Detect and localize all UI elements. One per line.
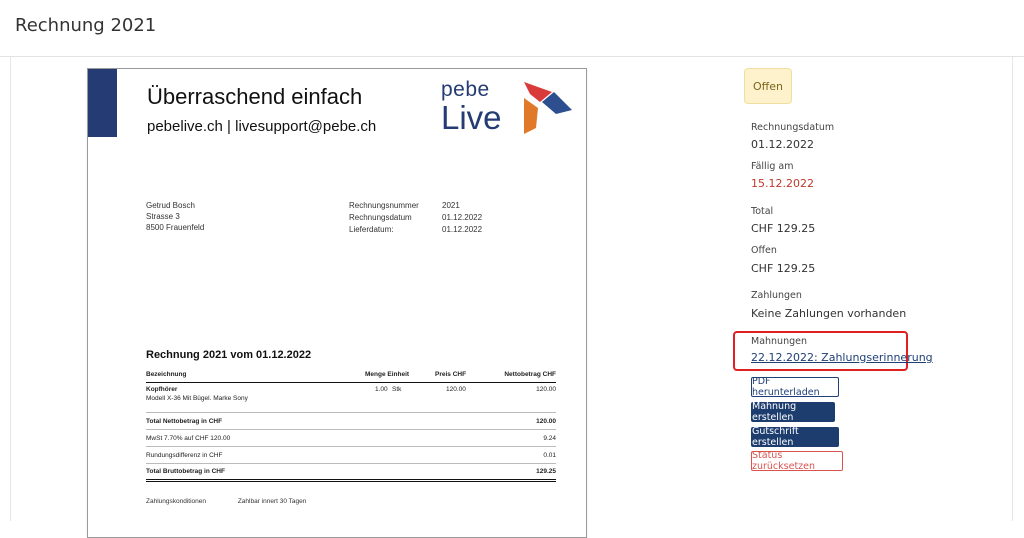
reminder-link[interactable]: 22.12.2022: Zahlungserinnerung xyxy=(751,351,933,364)
due-date-label: Fällig am xyxy=(751,161,794,172)
customer-address: Getrud Bosch Strasse 3 8500 Frauenfeld xyxy=(146,200,204,233)
payments-label: Zahlungen xyxy=(751,290,802,301)
col-header-price: Preis CHF xyxy=(435,371,467,378)
total-label: Total xyxy=(751,206,774,217)
item-name: Kopfhörer xyxy=(146,386,178,393)
total-row-value: 0.01 xyxy=(543,452,556,459)
invoice-preview: Überraschend einfach pebelive.ch | lives… xyxy=(87,68,587,538)
total-row-value: 129.25 xyxy=(536,468,556,475)
customer-city: 8500 Frauenfeld xyxy=(146,223,205,232)
status-badge: Offen xyxy=(744,68,792,104)
total-row-value: 9.24 xyxy=(543,435,556,442)
terms-label: Zahlungskonditionen xyxy=(146,498,206,505)
meta-row: Lieferdatum: 01.12.2022 xyxy=(349,224,502,236)
reminders-label: Mahnungen xyxy=(751,336,807,347)
invoice-tagline: Überraschend einfach xyxy=(147,84,363,109)
meta-row: Rechnungsdatum 01.12.2022 xyxy=(349,212,502,224)
total-row-value: 120.00 xyxy=(536,418,556,425)
item-quantity: 1.00 xyxy=(375,386,388,393)
meta-label: Rechnungsnummer xyxy=(349,201,419,210)
create-reminder-button[interactable]: Mahnung erstellen xyxy=(751,401,835,423)
row-separator xyxy=(146,446,556,447)
invoice-meta: Rechnungsnummer 2021 Rechnungsdatum 01.1… xyxy=(349,200,502,236)
meta-value: 01.12.2022 xyxy=(442,225,483,234)
item-detail: Modell X-36 Mit Bügel. Marke Sony xyxy=(146,395,248,402)
open-value: CHF 129.25 xyxy=(751,262,816,275)
col-header-quantity: Menge Einheit xyxy=(365,371,410,378)
total-value: CHF 129.25 xyxy=(751,222,816,235)
right-divider xyxy=(1012,57,1013,521)
meta-label: Rechnungsdatum xyxy=(349,213,412,222)
total-row-label: Total Bruttobetrag in CHF xyxy=(146,468,225,475)
customer-street: Strasse 3 xyxy=(146,212,180,221)
top-bar: Rechnung 2021 xyxy=(0,0,1024,57)
meta-value: 2021 xyxy=(442,201,460,210)
payment-terms: Zahlungskonditionen Zahlbar innert 30 Ta… xyxy=(146,498,306,505)
left-divider xyxy=(10,57,11,521)
row-separator xyxy=(146,412,556,413)
row-separator xyxy=(146,429,556,430)
pdf-download-button[interactable]: PDF herunterladen xyxy=(751,376,839,398)
col-header-description: Bezeichnung xyxy=(146,371,187,378)
customer-name: Getrud Bosch xyxy=(146,201,195,210)
item-unit: Stk xyxy=(392,386,402,393)
total-row-label: Rundungsdifferenz in CHF xyxy=(146,452,223,459)
open-label: Offen xyxy=(751,245,777,256)
item-price: 120.00 xyxy=(446,386,466,393)
col-header-net: Nettobetrag CHF xyxy=(504,371,556,378)
meta-label: Lieferdatum: xyxy=(349,225,394,234)
row-separator xyxy=(146,463,556,464)
double-rule xyxy=(146,479,556,480)
due-date-value: 15.12.2022 xyxy=(751,177,814,190)
page-title: Rechnung 2021 xyxy=(15,15,157,36)
payments-value: Keine Zahlungen vorhanden xyxy=(751,307,907,320)
pebe-live-logo: pebe Live xyxy=(441,78,576,139)
total-row-label: MwSt 7.70% auf CHF 120.00 xyxy=(146,435,231,442)
total-row-label: Total Nettobetrag in CHF xyxy=(146,418,223,425)
invoice-date-label: Rechnungsdatum xyxy=(751,122,835,133)
meta-row: Rechnungsnummer 2021 xyxy=(349,200,502,212)
item-net: 120.00 xyxy=(536,386,556,393)
invoice-date-value: 01.12.2022 xyxy=(751,138,814,151)
meta-value: 01.12.2022 xyxy=(442,213,483,222)
logo-text-live: Live xyxy=(441,99,502,136)
reset-status-button[interactable]: Status zurücksetzen xyxy=(751,450,843,472)
double-rule xyxy=(146,481,556,482)
create-credit-note-button[interactable]: Gutschrift erstellen xyxy=(751,426,839,448)
header-rule xyxy=(146,382,556,383)
invoice-contact: pebelive.ch | livesupport@pebe.ch xyxy=(147,118,377,135)
brand-band xyxy=(88,69,117,137)
invoice-heading: Rechnung 2021 vom 01.12.2022 xyxy=(146,349,312,361)
terms-value: Zahlbar innert 30 Tagen xyxy=(237,498,307,505)
play-logo-icon xyxy=(524,82,572,134)
